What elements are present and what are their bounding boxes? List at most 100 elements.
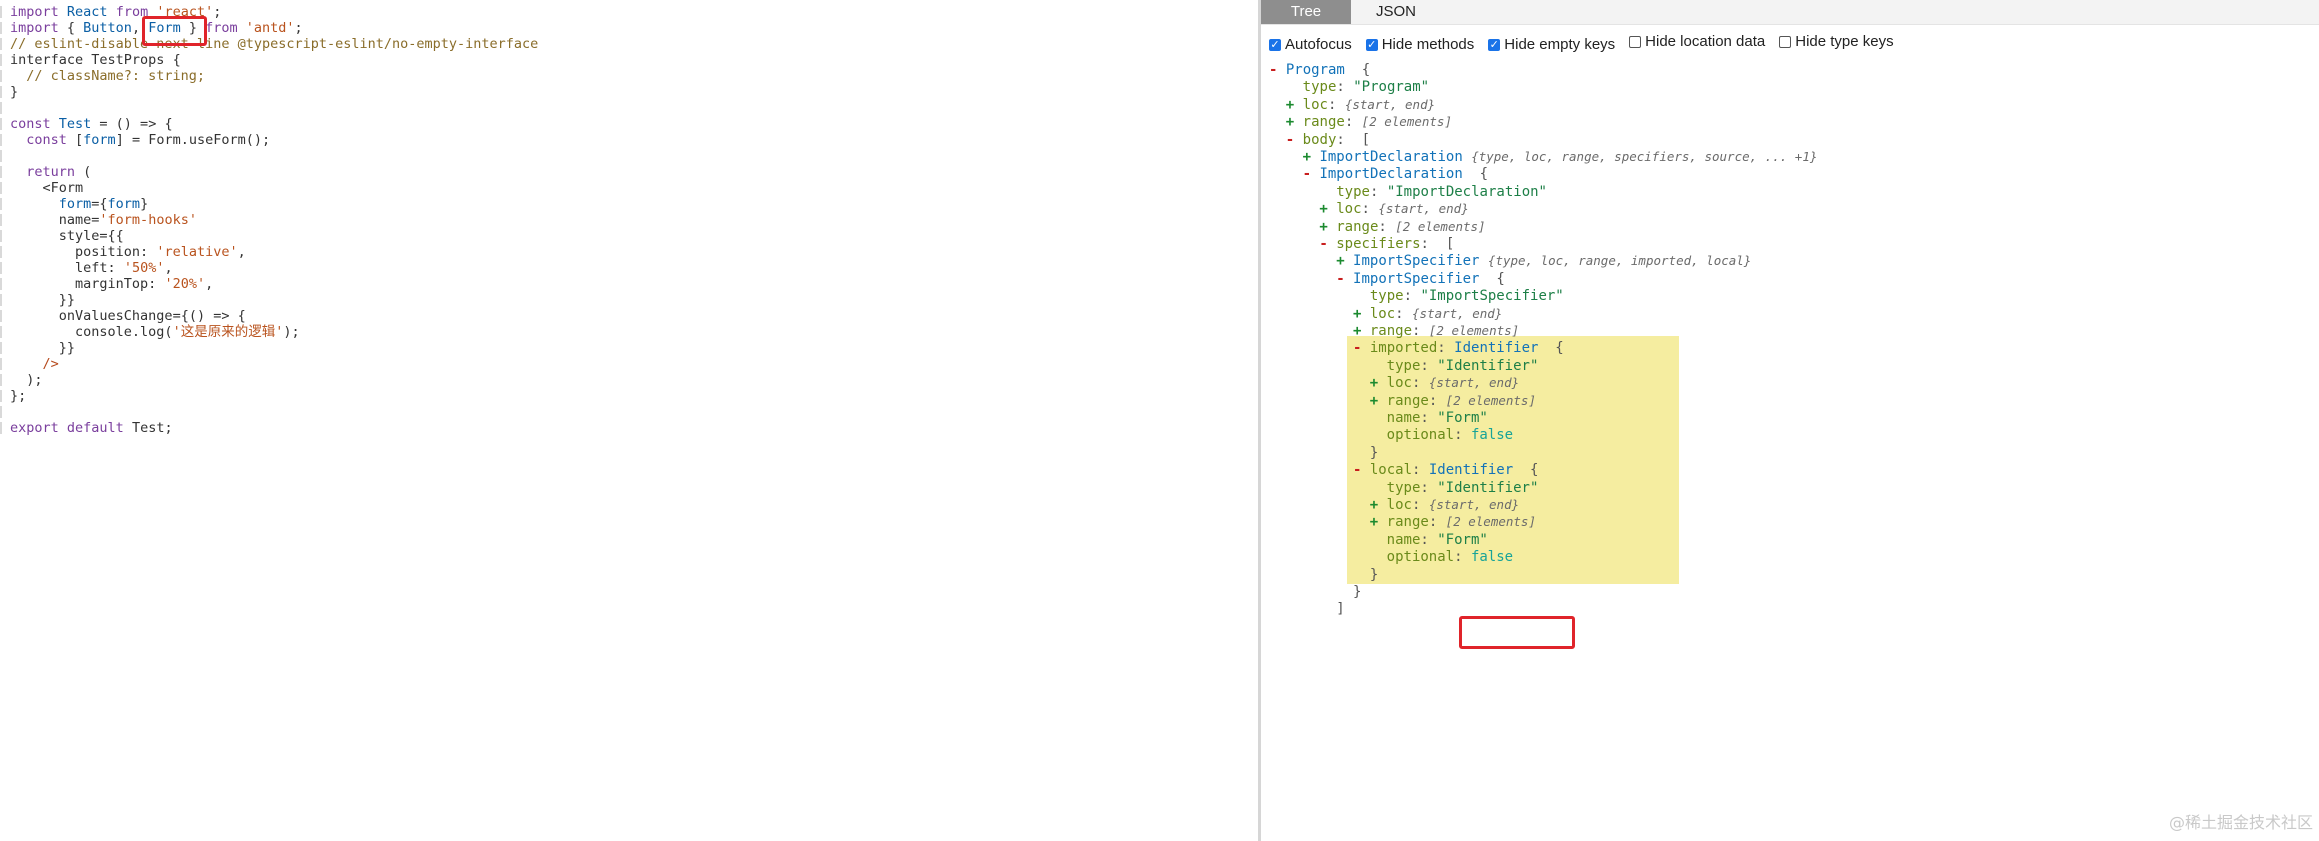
code-token: ={{	[99, 228, 124, 244]
expand-toggle-icon[interactable]: +	[1336, 253, 1353, 269]
tab-tree[interactable]: Tree	[1261, 0, 1351, 24]
collapse-toggle-icon[interactable]: -	[1303, 166, 1320, 182]
code-token: ,	[164, 260, 173, 276]
code-line[interactable]: }	[10, 84, 18, 100]
expand-toggle-icon[interactable]: +	[1370, 497, 1387, 513]
expand-toggle-icon[interactable]: +	[1370, 375, 1387, 391]
tree-token[interactable]: ImportDeclaration	[1319, 149, 1462, 165]
checkbox-unchecked-icon[interactable]	[1779, 35, 1792, 48]
tree-token: :	[1412, 323, 1429, 339]
tree-token: :	[1420, 531, 1438, 548]
code-line[interactable]: name='form-hooks'	[10, 212, 197, 228]
option-autofocus[interactable]: ✓ Autofocus	[1269, 36, 1352, 53]
tree-token: range	[1369, 323, 1413, 339]
tree-token: false	[1470, 427, 1514, 444]
code-token: [	[75, 132, 84, 148]
tree-token: range	[1302, 114, 1345, 131]
code-line[interactable]: left: '50%',	[10, 260, 173, 276]
collapse-toggle-icon[interactable]: -	[1336, 271, 1353, 287]
tree-token: loc	[1386, 375, 1412, 392]
code-line[interactable]: );	[10, 372, 42, 388]
tree-token[interactable]: ImportSpecifier	[1353, 253, 1479, 269]
tree-token: :	[1437, 340, 1455, 357]
option-hide-location-data[interactable]: Hide location data	[1629, 33, 1765, 50]
expand-toggle-icon[interactable]: +	[1319, 201, 1336, 217]
checkbox-checked-icon[interactable]: ✓	[1269, 38, 1281, 51]
checkbox-checked-icon[interactable]: ✓	[1488, 38, 1501, 51]
expand-toggle-icon[interactable]: +	[1353, 306, 1370, 322]
code-line[interactable]: form={form}	[10, 196, 148, 212]
tree-token[interactable]: ImportDeclaration	[1319, 166, 1462, 182]
code-token: '50%'	[123, 260, 165, 276]
expand-toggle-icon[interactable]: +	[1286, 97, 1303, 113]
toggle-spacer	[1286, 79, 1303, 95]
toggle-spacer	[1319, 601, 1336, 617]
collapse-toggle-icon[interactable]: -	[1286, 132, 1303, 148]
tree-row[interactable]: ]	[1319, 599, 1344, 619]
checkbox-unchecked-icon[interactable]	[1629, 35, 1642, 48]
code-line[interactable]: style={{	[10, 228, 124, 244]
code-editor[interactable]: import React from 'react'; import { Butto…	[0, 0, 1258, 841]
code-token: :	[107, 260, 124, 276]
code-line[interactable]: console.log('这是原来的逻辑');	[10, 324, 300, 340]
gutter-mark	[0, 102, 2, 114]
gutter-mark	[0, 214, 2, 226]
checkbox-checked-icon[interactable]: ✓	[1365, 38, 1378, 51]
tab-json[interactable]: JSON	[1351, 0, 1441, 24]
code-line[interactable]: export default Test;	[10, 420, 173, 436]
collapse-toggle-icon[interactable]: -	[1269, 62, 1286, 78]
code-token: '20%'	[164, 276, 206, 292]
code-token: }	[140, 196, 149, 212]
tree-token: loc	[1386, 497, 1412, 513]
expand-toggle-icon[interactable]: +	[1286, 114, 1303, 130]
expand-toggle-icon[interactable]: +	[1319, 219, 1336, 235]
code-line[interactable]: }}	[10, 292, 75, 308]
code-token: onValuesChange	[10, 308, 173, 324]
code-line[interactable]: <Form	[10, 180, 84, 196]
code-line[interactable]: position: 'relative',	[10, 244, 246, 260]
expand-toggle-icon[interactable]: +	[1303, 149, 1320, 165]
code-line[interactable]: // eslint-disable-next-line @typescript-…	[10, 36, 538, 52]
tree-token[interactable]: Program	[1286, 62, 1345, 78]
code-line[interactable]: // className?: string;	[10, 68, 205, 84]
toggle-spacer	[1370, 532, 1387, 548]
code-line[interactable]: };	[10, 388, 26, 404]
code-line[interactable]: return (	[10, 164, 91, 180]
tree-token: "Identifier"	[1437, 479, 1539, 496]
code-line[interactable]: />	[10, 356, 59, 372]
option-hide-methods[interactable]: ✓ Hide methods	[1365, 36, 1474, 53]
code-line[interactable]: interface TestProps {	[10, 52, 181, 68]
code-token: // eslint-disable-next-line @typescript-…	[10, 36, 539, 52]
expand-toggle-icon[interactable]: +	[1353, 323, 1370, 339]
tree-row[interactable]: optional: false	[1370, 425, 1513, 445]
collapse-toggle-icon[interactable]: -	[1353, 462, 1370, 478]
option-hide-type-keys[interactable]: Hide type keys	[1779, 33, 1894, 50]
tree-row[interactable]: optional: false	[1370, 547, 1513, 567]
tree-token: {start, end}	[1378, 201, 1469, 217]
code-line[interactable]: marginTop: '20%',	[10, 276, 213, 292]
tree-token[interactable]: Identifier	[1454, 340, 1538, 356]
toggle-spacer	[1370, 358, 1387, 374]
expand-toggle-icon[interactable]: +	[1370, 514, 1387, 530]
tree-token: {start, end}	[1428, 375, 1520, 391]
code-line[interactable]: const Test = () => {	[10, 116, 173, 132]
collapse-toggle-icon[interactable]: -	[1319, 236, 1336, 252]
toggle-spacer	[1353, 288, 1370, 304]
tree-token[interactable]: Identifier	[1429, 462, 1513, 478]
code-token: form	[10, 196, 92, 212]
gutter-mark	[0, 134, 2, 146]
option-hide-empty-keys[interactable]: ✓ Hide empty keys	[1488, 36, 1615, 53]
code-token: ={	[91, 196, 108, 212]
tree-token[interactable]: ImportSpecifier	[1353, 271, 1479, 287]
expand-toggle-icon[interactable]: +	[1370, 393, 1387, 409]
tree-token: type	[1386, 357, 1421, 374]
code-line[interactable]: onValuesChange={() => {	[10, 308, 246, 324]
collapse-toggle-icon[interactable]: -	[1353, 340, 1370, 356]
tree-token: :	[1411, 375, 1429, 392]
code-line[interactable]: }}	[10, 340, 75, 356]
code-line[interactable]: const [form] = Form.useForm();	[10, 132, 270, 148]
code-token: import	[10, 20, 67, 36]
code-token: 'form-hooks'	[99, 212, 197, 228]
tree-token: range	[1336, 218, 1379, 235]
code-token: />	[10, 356, 59, 372]
